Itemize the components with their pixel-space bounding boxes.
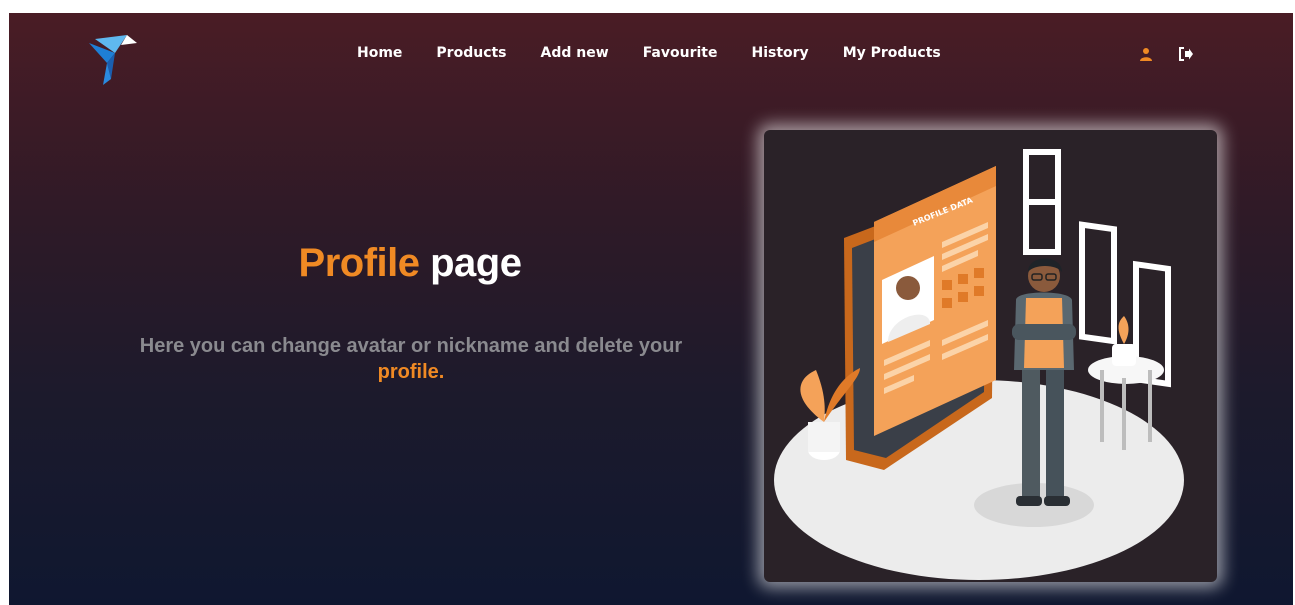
user-icon[interactable] (1139, 47, 1153, 61)
bird-logo-icon[interactable] (85, 31, 141, 87)
header-icons (1139, 47, 1193, 61)
page-description: Here you can change avatar or nickname a… (109, 333, 713, 385)
sign-out-icon[interactable] (1179, 47, 1193, 61)
profile-illustration: PROFILE DATA (764, 130, 1217, 582)
nav-link-products[interactable]: Products (436, 45, 506, 61)
nav-link-my-products[interactable]: My Products (843, 45, 941, 61)
nav-link-home[interactable]: Home (357, 45, 402, 61)
app-frame: Home Products Add new Favourite History … (9, 13, 1293, 605)
title-accent: Profile (298, 241, 420, 285)
description-highlight: profile. (377, 361, 445, 383)
page-title: Profile page (9, 241, 811, 286)
title-rest: page (430, 241, 522, 285)
nav-link-favourite[interactable]: Favourite (643, 45, 718, 61)
description-text: Here you can change avatar or nickname a… (139, 335, 683, 357)
main-nav: Home Products Add new Favourite History … (357, 45, 975, 61)
nav-link-add-new[interactable]: Add new (541, 45, 609, 61)
nav-link-history[interactable]: History (751, 45, 808, 61)
